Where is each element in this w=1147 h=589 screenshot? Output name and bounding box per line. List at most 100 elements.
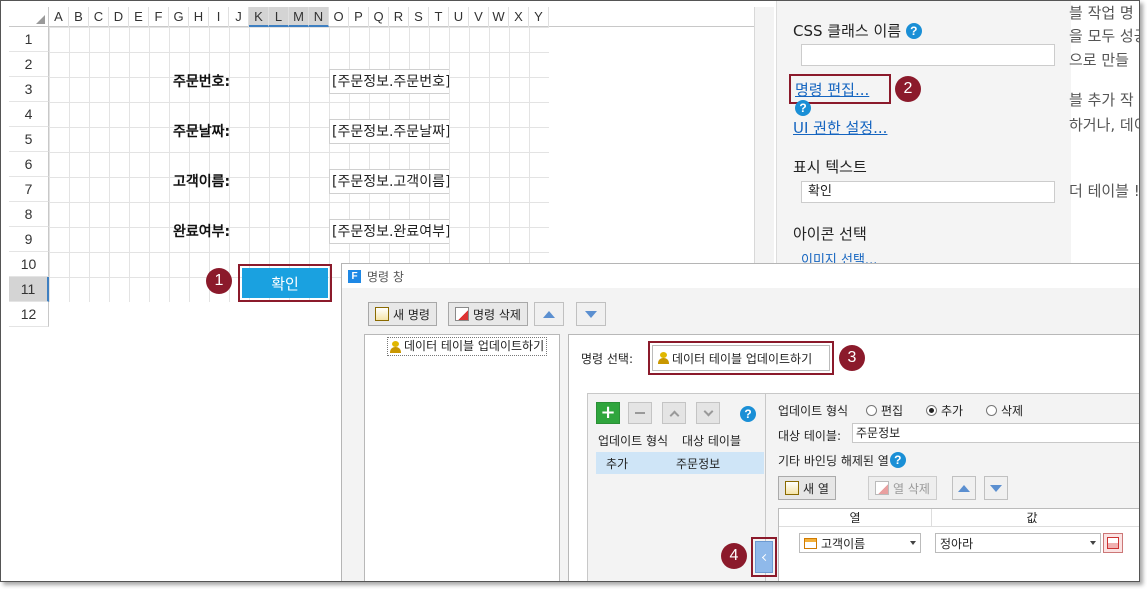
row-header[interactable]: 2	[9, 52, 49, 77]
delete-command-button[interactable]: 명령 삭제	[448, 302, 528, 326]
screenshot-frame: A B C D E F G H I J K L M N O P Q R S T …	[0, 0, 1140, 582]
column-header[interactable]: D	[109, 7, 129, 27]
order-no-field[interactable]: [주문정보.주문번호]	[329, 69, 449, 94]
new-column-button[interactable]: 새 열	[778, 476, 836, 500]
radio-selected-icon	[926, 405, 937, 416]
add-update-button[interactable]: +	[596, 402, 620, 424]
formula-button[interactable]	[1103, 533, 1123, 553]
column-header[interactable]: O	[329, 7, 349, 27]
row-header[interactable]: 4	[9, 102, 49, 127]
help-icon[interactable]: ?	[889, 452, 906, 468]
cell-grid[interactable]	[49, 27, 549, 302]
row-header[interactable]: 3	[9, 77, 49, 102]
column-header[interactable]: I	[209, 7, 229, 27]
column-header[interactable]: X	[509, 7, 529, 27]
column-header[interactable]: N	[309, 7, 329, 27]
display-text-input[interactable]: 확인	[801, 181, 1055, 203]
arrow-down-icon	[990, 484, 1002, 492]
select-all-corner[interactable]	[9, 7, 49, 27]
column-header[interactable]: K	[249, 7, 269, 27]
column-header[interactable]: Q	[369, 7, 389, 27]
new-command-button[interactable]: 새 명령	[368, 302, 437, 326]
move-update-down-button[interactable]	[696, 402, 720, 424]
value-select-dropdown[interactable]: 정아라	[935, 533, 1101, 553]
remove-update-button[interactable]	[628, 402, 652, 424]
column-header[interactable]: A	[49, 7, 69, 27]
row-header[interactable]: 8	[9, 202, 49, 227]
delete-document-icon	[455, 307, 469, 321]
column-value-grid-header: 열 값	[779, 509, 1139, 527]
complete-field[interactable]: [주문정보.완료여부]	[329, 219, 449, 244]
update-type-column-header: 업데이트 형식	[598, 434, 669, 448]
column-header[interactable]: B	[69, 7, 89, 27]
background-document-text: 블 작업 명 을 모두 성공 으로 만들 블 추가 작 하거나, 데이 더 테이…	[1069, 1, 1139, 271]
command-window: F 명령 창 새 명령 명령 삭제 데이터 테이블 업데이트하기 명령 선택: …	[341, 263, 1139, 581]
command-list-item[interactable]: 데이터 테이블 업데이트하기	[387, 337, 548, 356]
row-header[interactable]: 7	[9, 177, 49, 202]
background-text-line: 블 작업 명	[1069, 4, 1134, 22]
radio-icon	[986, 405, 997, 416]
row-header[interactable]: 1	[9, 27, 49, 52]
column-up-button[interactable]	[952, 476, 976, 500]
update-detail-panel: 업데이트 형식 편집 추가 삭제 대상 테이블: 주문정보 기타 바인딩 해제된…	[774, 394, 1139, 581]
column-header[interactable]: L	[269, 7, 289, 27]
chevron-down-icon	[1090, 541, 1096, 545]
command-window-title: 명령 창	[367, 269, 404, 284]
column-header[interactable]: J	[229, 7, 249, 27]
app-logo-icon: F	[348, 269, 361, 283]
column-header[interactable]: G	[169, 7, 189, 27]
column-header[interactable]: W	[489, 7, 509, 27]
target-table-input[interactable]: 주문정보	[852, 423, 1139, 443]
column-header-cell: 열	[779, 509, 932, 526]
collapse-panel-button[interactable]	[755, 541, 773, 573]
delete-column-button[interactable]: 열 삭제	[868, 476, 937, 500]
help-icon[interactable]: ?	[795, 100, 811, 116]
row-header[interactable]: 6	[9, 152, 49, 177]
column-header[interactable]: U	[449, 7, 469, 27]
column-header[interactable]: T	[429, 7, 449, 27]
row-header[interactable]: 5	[9, 127, 49, 152]
move-update-up-button[interactable]	[662, 402, 686, 424]
column-header[interactable]: R	[389, 7, 409, 27]
delete-column-label: 열 삭제	[893, 481, 930, 496]
column-header[interactable]: H	[189, 7, 209, 27]
column-header[interactable]: S	[409, 7, 429, 27]
row-header[interactable]: 11	[9, 277, 49, 302]
command-select-dropdown[interactable]: 데이터 테이블 업데이트하기	[652, 345, 830, 371]
column-header[interactable]: M	[289, 7, 309, 27]
column-header[interactable]: P	[349, 7, 369, 27]
row-header[interactable]: 12	[9, 302, 49, 327]
update-list-row[interactable]: 추가 주문정보	[596, 452, 764, 474]
background-text-line: 으로 만들	[1069, 51, 1129, 69]
customer-name-field[interactable]: [주문정보.고객이름]	[329, 169, 449, 194]
row-header[interactable]: 10	[9, 252, 49, 277]
column-header[interactable]: F	[149, 7, 169, 27]
column-select-dropdown[interactable]: 고객이름	[799, 533, 921, 553]
ui-permission-link[interactable]: UI 권한 설정...	[793, 117, 887, 138]
move-up-button[interactable]	[534, 302, 564, 326]
edit-command-link[interactable]: 명령 편집...	[795, 81, 869, 99]
column-header[interactable]: C	[89, 7, 109, 27]
delete-command-label: 명령 삭제	[473, 307, 521, 322]
update-type-option-add[interactable]: 추가	[926, 402, 963, 419]
help-icon[interactable]: ?	[740, 406, 756, 422]
confirm-button[interactable]: 확인	[242, 268, 328, 298]
command-window-titlebar[interactable]: F 명령 창	[342, 264, 1139, 288]
css-class-input[interactable]	[801, 44, 1055, 66]
row-header[interactable]: 9	[9, 227, 49, 252]
command-detail-pane: 명령 선택: 데이터 테이블 업데이트하기 3 + ? 업데이트 형식 대상 테…	[568, 334, 1139, 581]
move-down-button[interactable]	[576, 302, 606, 326]
update-type-option-delete[interactable]: 삭제	[986, 402, 1023, 419]
update-type-option-edit[interactable]: 편집	[866, 402, 903, 419]
column-header[interactable]: E	[129, 7, 149, 27]
confirm-button-highlight: 확인	[238, 264, 332, 302]
column-down-button[interactable]	[984, 476, 1008, 500]
update-settings-panel: + ? 업데이트 형식 대상 테이블 추가 주문정보 업데이트 형식 편집 추가…	[587, 393, 1139, 581]
chevron-down-icon	[703, 406, 713, 416]
target-table-cell: 주문정보	[676, 456, 721, 471]
column-header[interactable]: V	[469, 7, 489, 27]
help-icon[interactable]: ?	[905, 23, 922, 39]
column-header[interactable]: Y	[529, 7, 549, 27]
property-panel: CSS 클래스 이름 ? 명령 편집... ? 2 UI 권한 설정... 표시…	[776, 1, 1071, 271]
order-date-field[interactable]: [주문정보.주문날짜]	[329, 119, 449, 144]
